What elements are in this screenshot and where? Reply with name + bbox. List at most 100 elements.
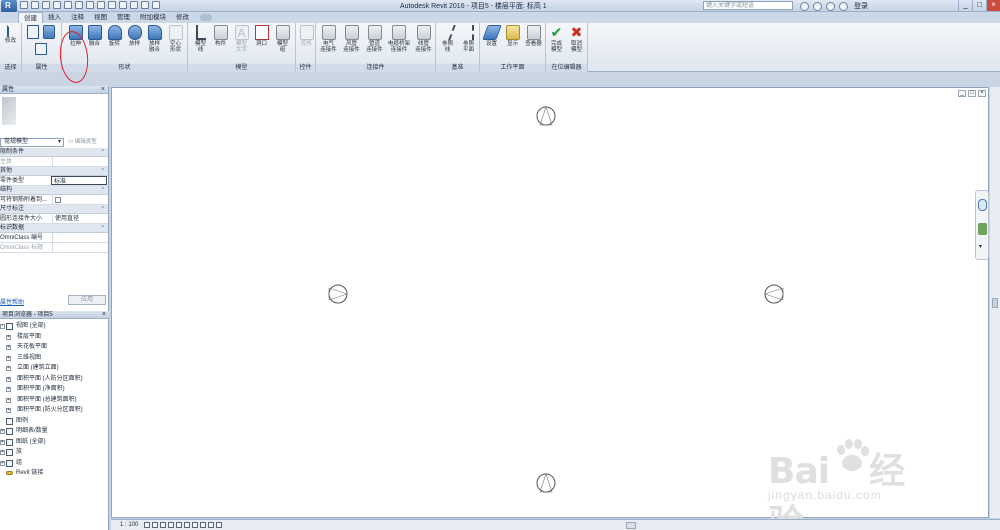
expand-icon[interactable]: + (0, 450, 5, 455)
collapse-icon[interactable]: ⌃ (101, 148, 105, 157)
opening-button[interactable]: 洞口 (251, 25, 272, 61)
minimize-button[interactable]: _ (958, 0, 972, 11)
browser-item[interactable]: + 面积平面 (人防分区面积) (0, 374, 109, 385)
highlight-displacement-icon[interactable] (216, 522, 223, 528)
duct-connector-button[interactable]: 风管 连接件 (341, 25, 362, 61)
swept-blend-button[interactable]: 放样 融合 (144, 25, 165, 61)
expand-icon[interactable]: + (6, 366, 11, 371)
edit-type-button[interactable]: ▭ 编辑类型 (68, 137, 97, 145)
shadows-icon[interactable] (168, 522, 175, 528)
dimension-icon[interactable] (86, 1, 94, 9)
property-value[interactable] (52, 157, 108, 166)
measure-icon[interactable] (75, 1, 83, 9)
application-menu-button[interactable]: R (1, 0, 17, 12)
show-workplane-button[interactable]: 显示 (502, 25, 523, 61)
type-selector[interactable]: 常规模型 ▾ (0, 138, 64, 147)
property-category[interactable]: 其他 ⌃ (0, 167, 108, 176)
browser-item[interactable]: 图例 (0, 416, 109, 427)
property-value[interactable] (52, 243, 108, 252)
browser-item[interactable]: + 明细表/数量 (0, 426, 109, 437)
close-icon[interactable]: × (101, 86, 105, 94)
property-category[interactable]: 尺寸标注 ⌃ (0, 205, 108, 214)
crop-view-icon[interactable] (176, 522, 183, 528)
pipe-connector-button[interactable]: 管道 连接件 (364, 25, 385, 61)
expand-icon[interactable]: + (6, 408, 11, 413)
3d-view-icon[interactable] (108, 1, 116, 9)
expand-icon[interactable]: + (6, 355, 11, 361)
cable-tray-connector-button[interactable]: 电缆桥架 连接件 (386, 25, 412, 61)
sweep-button[interactable]: 放样 (124, 25, 145, 61)
binoculars-icon[interactable] (800, 1, 809, 11)
section-icon[interactable] (119, 1, 127, 9)
properties-icon[interactable] (35, 43, 47, 55)
property-value[interactable]: 使用直径 (52, 214, 108, 223)
browser-item[interactable]: + 组 (0, 458, 109, 469)
browser-item[interactable]: Revit 链接 (0, 468, 109, 479)
collapse-icon[interactable]: - (0, 324, 5, 329)
reference-line-button[interactable]: 参照 线 (437, 25, 458, 61)
text-icon[interactable] (97, 1, 105, 9)
view-close-icon[interactable]: × (978, 90, 986, 97)
property-value[interactable] (52, 233, 108, 242)
temporary-hide-icon[interactable] (192, 522, 199, 528)
expand-icon[interactable]: + (6, 345, 11, 350)
expand-icon[interactable]: + (0, 429, 5, 434)
print-icon[interactable] (64, 1, 72, 9)
finish-model-button[interactable]: ✔ 完成 模型 (546, 25, 567, 61)
visual-style-icon[interactable] (152, 522, 159, 528)
tab-create[interactable]: 创建 (18, 12, 43, 23)
redo-icon[interactable] (53, 1, 61, 9)
view-scale[interactable]: 1 : 100 (120, 522, 138, 528)
tab-manage[interactable]: 管理 (112, 12, 135, 23)
horizontal-scroll-thumb[interactable] (626, 522, 636, 529)
undo-icon[interactable] (42, 1, 50, 9)
expand-icon[interactable]: + (6, 376, 11, 382)
save-icon[interactable] (31, 1, 39, 9)
search-input[interactable]: 键入关键字或短语 (703, 1, 793, 10)
browser-item[interactable]: - 视图 (全部) (0, 321, 109, 332)
sun-path-icon[interactable] (160, 522, 167, 528)
property-value[interactable] (52, 195, 108, 204)
show-crop-icon[interactable] (184, 522, 191, 528)
void-forms-button[interactable]: 空心 形状 (165, 25, 186, 61)
expand-icon[interactable]: + (6, 397, 11, 403)
property-category[interactable]: 标识数据 ⌃ (0, 224, 108, 233)
tab-annotate[interactable]: 注释 (66, 12, 89, 23)
property-category[interactable]: 限制条件 ⌃ (0, 148, 108, 157)
conduit-connector-button[interactable]: 线管 连接件 (413, 25, 434, 61)
modify-button[interactable]: 修改 (0, 25, 21, 61)
close-icon[interactable]: × (102, 311, 106, 319)
steering-wheel-icon[interactable] (978, 199, 987, 211)
close-hidden-icon[interactable] (141, 1, 149, 9)
browser-item[interactable]: + 图纸 (全部) (0, 437, 109, 448)
model-group-button[interactable]: 模型 组 (272, 25, 293, 61)
collapse-icon[interactable]: ⌃ (101, 186, 105, 195)
tab-view[interactable]: 视图 (89, 12, 112, 23)
reveal-hidden-icon[interactable] (200, 522, 207, 528)
property-category[interactable]: 结构 ⌃ (0, 186, 108, 195)
thin-lines-icon[interactable] (130, 1, 138, 9)
expand-icon[interactable]: + (6, 334, 11, 340)
login-link[interactable]: 登录 (854, 1, 868, 11)
zoom-icon[interactable] (978, 223, 987, 235)
view-minimize-icon[interactable]: _ (958, 90, 966, 97)
family-category-icon[interactable] (27, 25, 40, 39)
view-restore-icon[interactable]: □ (968, 90, 976, 97)
vertical-scrollbar[interactable] (990, 87, 1000, 518)
component-button[interactable]: 构件 (210, 25, 231, 61)
chevron-down-icon[interactable]: ▾ (979, 243, 982, 250)
family-types-icon[interactable] (42, 25, 55, 39)
electrical-connector-button[interactable]: 电气 连接件 (318, 25, 339, 61)
tab-insert[interactable]: 插入 (43, 12, 66, 23)
collapse-icon[interactable]: ⌃ (101, 167, 105, 176)
subscription-icon[interactable] (813, 1, 822, 11)
vertical-scroll-thumb[interactable] (992, 298, 998, 308)
property-value[interactable]: 标准 (51, 176, 107, 185)
browser-item[interactable]: + 面积平面 (净面积) (0, 384, 109, 395)
browser-item[interactable]: + 面积平面 (总建筑面积) (0, 395, 109, 406)
tab-modify[interactable]: 修改 (171, 12, 194, 23)
properties-help-link[interactable]: 属性帮助 (0, 297, 24, 306)
expand-icon[interactable]: + (0, 439, 5, 445)
detail-level-icon[interactable] (144, 522, 151, 528)
collapse-icon[interactable]: ⌃ (101, 224, 105, 233)
